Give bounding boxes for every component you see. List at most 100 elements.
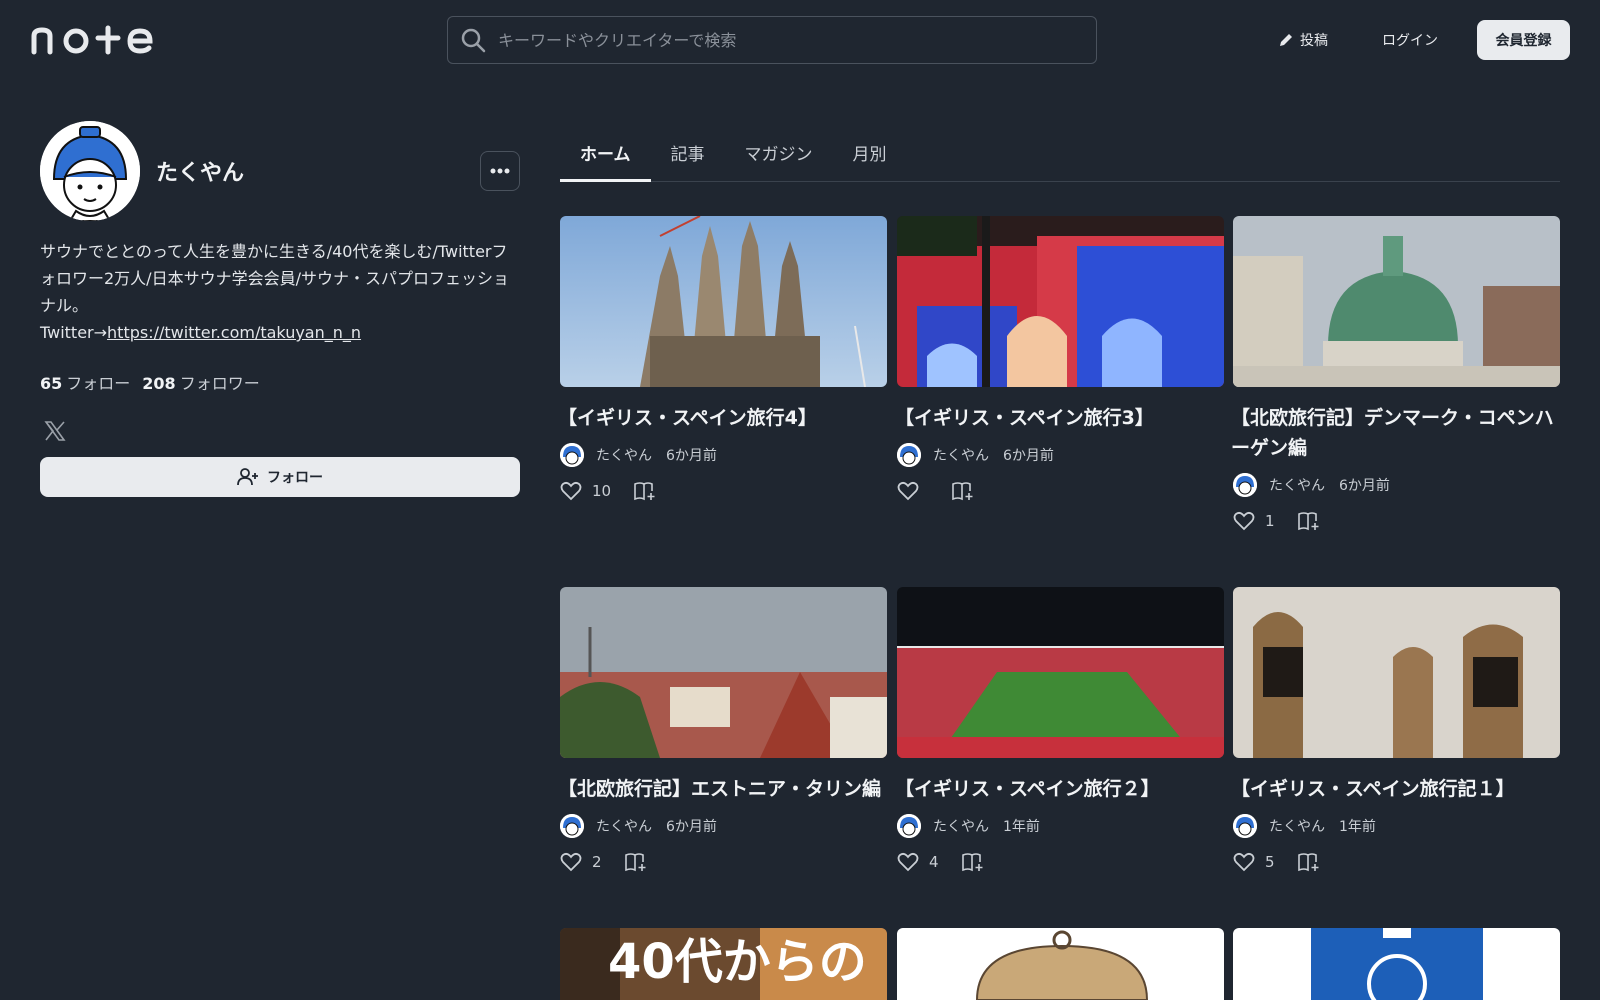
magazine-add-icon[interactable]: [633, 481, 657, 501]
tab-magazines[interactable]: マガジン: [725, 130, 833, 182]
article-thumbnail[interactable]: [560, 587, 887, 758]
post-time: 6か月前: [1339, 478, 1390, 494]
post-label: 投稿: [1300, 33, 1328, 49]
article-card: 【北欧旅行記】デンマーク・コペンハーゲン編 たくやん 6か月前 1: [1231, 216, 1560, 531]
heart-icon: [560, 481, 582, 501]
magazine-add-icon[interactable]: [951, 481, 975, 501]
more-options-button[interactable]: [480, 151, 520, 191]
author-avatar[interactable]: [560, 443, 584, 467]
article-meta: たくやん 1年前: [1233, 814, 1560, 838]
follow-button[interactable]: フォロー: [40, 457, 520, 497]
heart-icon: [560, 852, 582, 872]
author-name[interactable]: たくやん: [1269, 816, 1325, 836]
tab-home[interactable]: ホーム: [560, 130, 651, 182]
article-card: 【イギリス・スペイン旅行記１】 たくやん 1年前 5: [1231, 587, 1560, 872]
post-time: 1年前: [1003, 819, 1040, 835]
heart-icon: [1233, 852, 1255, 872]
bio-link-prefix: Twitter→: [40, 323, 108, 342]
article-thumbnail[interactable]: [897, 587, 1224, 758]
article-meta: たくやん 6か月前: [560, 814, 887, 838]
like-count: 10: [592, 482, 612, 500]
article-title[interactable]: 【イギリス・スペイン旅行２】: [895, 774, 1224, 804]
article-title[interactable]: 【イギリス・スペイン旅行4】: [558, 403, 887, 433]
profile-bio: サウナでととのって人生を豊かに生きる/40代を楽しむ/Twitterフォロワー2…: [40, 238, 520, 346]
author-name[interactable]: たくやん: [596, 445, 652, 465]
tab-monthly[interactable]: 月別: [833, 130, 907, 182]
article-card: 【イギリス・スペイン旅行3】 たくやん 6か月前: [895, 216, 1224, 501]
article-thumbnail[interactable]: 40代からの: [560, 928, 887, 1000]
article-meta: たくやん 6か月前: [897, 443, 1224, 467]
article-actions: 4: [897, 852, 1224, 872]
article-thumbnail[interactable]: [560, 216, 887, 387]
article-title[interactable]: 【北欧旅行記】エストニア・タリン編: [558, 774, 887, 804]
author-name[interactable]: たくやん: [933, 816, 989, 836]
search-box[interactable]: [447, 16, 1097, 64]
author-avatar[interactable]: [897, 443, 921, 467]
article-actions: [897, 481, 1224, 501]
author-avatar[interactable]: [897, 814, 921, 838]
article-thumbnail[interactable]: [1233, 587, 1560, 758]
like-button[interactable]: 4: [897, 852, 939, 872]
article-title[interactable]: 【イギリス・スペイン旅行3】: [895, 403, 1224, 433]
author-name[interactable]: たくやん: [596, 816, 652, 836]
author-name[interactable]: たくやん: [1269, 475, 1325, 495]
article-meta: たくやん 6か月前: [1233, 473, 1560, 497]
magazine-add-icon[interactable]: [624, 852, 648, 872]
like-count: 1: [1265, 512, 1275, 530]
signup-button[interactable]: 会員登録: [1477, 20, 1570, 60]
heart-icon: [897, 852, 919, 872]
followers-label: フォロワー: [179, 374, 260, 393]
x-twitter-icon[interactable]: [44, 420, 66, 442]
post-time: 6か月前: [1003, 448, 1054, 464]
article-card-partial: 40代からの: [560, 928, 887, 1000]
followers-count: 208: [142, 374, 176, 393]
article-card: 【北欧旅行記】エストニア・タリン編 たくやん 6か月前 2: [558, 587, 887, 872]
article-title[interactable]: 【北欧旅行記】デンマーク・コペンハーゲン編: [1231, 403, 1560, 463]
magazine-add-icon[interactable]: [961, 852, 985, 872]
twitter-link[interactable]: https://twitter.com/takuyan_n_n: [107, 323, 361, 342]
followers-stat[interactable]: 208 フォロワー: [142, 370, 259, 394]
article-meta: たくやん 6か月前: [560, 443, 887, 467]
magazine-add-icon[interactable]: [1297, 852, 1321, 872]
author-avatar[interactable]: [1233, 814, 1257, 838]
post-link[interactable]: 投稿: [1278, 26, 1328, 54]
article-actions: 1: [1233, 511, 1560, 531]
like-button[interactable]: 2: [560, 852, 602, 872]
note-logo[interactable]: [30, 22, 154, 56]
like-button[interactable]: [897, 481, 929, 501]
article-actions: 5: [1233, 852, 1560, 872]
article-thumbnail[interactable]: [1233, 928, 1560, 1000]
article-thumbnail[interactable]: [897, 928, 1224, 1000]
like-button[interactable]: 1: [1233, 511, 1275, 531]
pencil-icon: [1280, 34, 1292, 46]
like-count: 4: [929, 853, 939, 871]
profile-name: たくやん: [156, 161, 245, 186]
author-avatar[interactable]: [560, 814, 584, 838]
post-time: 1年前: [1339, 819, 1376, 835]
post-time: 6か月前: [666, 448, 717, 464]
like-count: 2: [592, 853, 602, 871]
following-count: 65: [40, 374, 63, 393]
author-avatar[interactable]: [1233, 473, 1257, 497]
following-label: フォロー: [66, 374, 131, 393]
search-icon: [461, 28, 486, 53]
login-link[interactable]: ログイン: [1382, 30, 1438, 50]
article-thumbnail[interactable]: [1233, 216, 1560, 387]
follow-counts: 65 フォロー 208 フォロワー: [40, 370, 260, 394]
bio-text: サウナでととのって人生を豊かに生きる/40代を楽しむ/Twitterフォロワー2…: [40, 242, 509, 315]
following-stat[interactable]: 65 フォロー: [40, 370, 130, 394]
like-button[interactable]: 5: [1233, 852, 1275, 872]
article-card-partial: [1233, 928, 1560, 1000]
post-time: 6か月前: [666, 819, 717, 835]
search-input[interactable]: [498, 30, 1096, 50]
profile-avatar: [40, 121, 140, 221]
like-button[interactable]: 10: [560, 481, 611, 501]
tab-articles[interactable]: 記事: [651, 130, 725, 182]
article-title[interactable]: 【イギリス・スペイン旅行記１】: [1231, 774, 1560, 804]
author-name[interactable]: たくやん: [933, 445, 989, 465]
like-count: 5: [1265, 853, 1275, 871]
article-thumbnail[interactable]: [897, 216, 1224, 387]
profile-tabs: ホーム 記事 マガジン 月別: [560, 130, 1560, 182]
magazine-add-icon[interactable]: [1297, 511, 1321, 531]
article-card: 【イギリス・スペイン旅行２】 たくやん 1年前 4: [895, 587, 1224, 872]
